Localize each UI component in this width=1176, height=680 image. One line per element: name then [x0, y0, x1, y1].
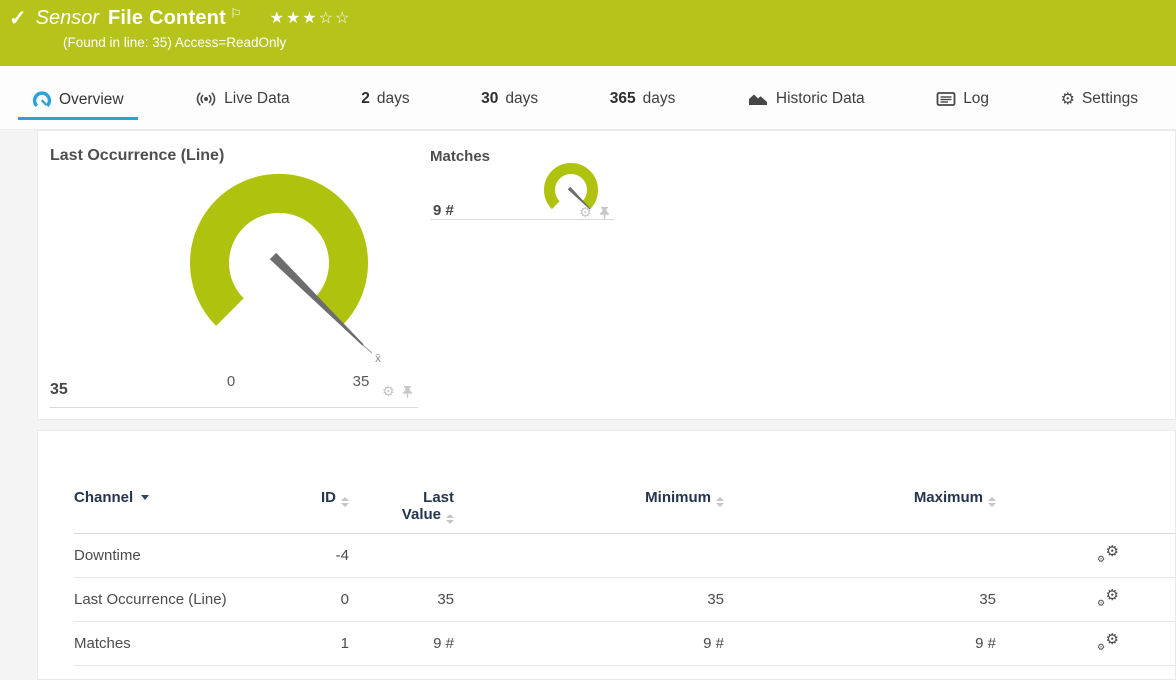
table-row-last-occurrence: Last Occurrence (Line) 0 35 35 35 ⚙ ⚙ — [74, 577, 1176, 622]
column-header-actions — [996, 431, 1176, 534]
tab-30-days[interactable]: 30 days — [467, 90, 552, 118]
priority-stars[interactable]: ★★★☆☆ — [270, 9, 352, 29]
primary-gauge: x̄ — [190, 173, 381, 365]
channel-last-value — [354, 533, 454, 578]
divider — [50, 407, 418, 408]
tab-number: 365 — [609, 90, 636, 107]
gear-icon: ⚙ — [1097, 643, 1106, 653]
tab-bar: Overview Live Data 2 days 30 days 365 da… — [0, 66, 1176, 130]
gear-icon: ⚙ — [1105, 542, 1119, 560]
gauge-value: 9 # — [433, 202, 454, 219]
tab-historic-data[interactable]: Historic Data — [733, 90, 879, 118]
tab-label: days — [505, 90, 539, 107]
tab-label: Historic Data — [775, 90, 865, 107]
tab-label: days — [642, 90, 676, 107]
channels-card: Channel ID Last Value Minimum Maximum Do… — [37, 430, 1176, 680]
sort-arrows-icon — [988, 497, 996, 507]
tab-overview[interactable]: Overview — [18, 90, 138, 120]
tab-label: days — [376, 90, 410, 107]
table-header-row: Channel ID Last Value Minimum Maximum — [74, 431, 1176, 534]
panel-controls: ⚙ — [382, 385, 414, 399]
sensor-status-message: (Found in line: 35) Access=ReadOnly — [63, 35, 287, 50]
channel-actions: ⚙ ⚙ — [996, 621, 1176, 666]
table-row-downtime: Downtime -4 ⚙ ⚙ — [74, 533, 1176, 578]
gear-icon: ⚙ — [1060, 89, 1075, 108]
gear-icon: ⚙ — [1097, 555, 1106, 565]
channel-maximum — [724, 533, 996, 578]
sort-arrows-icon — [341, 497, 349, 507]
gear-icon: ⚙ — [1105, 586, 1119, 604]
column-header-minimum[interactable]: Minimum — [454, 431, 724, 534]
channel-id: 1 — [314, 621, 354, 666]
column-label: Maximum — [913, 489, 983, 506]
average-marker: x̄ — [375, 351, 381, 365]
tab-label: Settings — [1081, 90, 1138, 107]
channel-id: -4 — [314, 533, 354, 578]
status-up-check-icon: ✓ — [9, 6, 27, 30]
gauge-scale-max: 35 — [352, 373, 370, 390]
panel-controls: ⚙ — [579, 206, 611, 220]
gauge-title-matches: Matches — [430, 148, 491, 165]
gear-icon[interactable]: ⚙ — [382, 385, 395, 399]
sensor-header: ✓ Sensor File Content ⚐ ★★★☆☆ (Found in … — [0, 0, 1176, 66]
channel-name: Downtime — [74, 533, 314, 578]
channel-last-value: 9 # — [354, 621, 454, 666]
gauge-scale-min: 0 — [226, 373, 236, 390]
pin-icon[interactable] — [598, 206, 611, 220]
channel-actions: ⚙ ⚙ — [996, 577, 1176, 622]
pin-icon[interactable] — [401, 385, 414, 399]
object-kind-label: Sensor — [35, 7, 99, 29]
tab-number: 2 — [361, 90, 370, 107]
channel-id: 0 — [314, 577, 354, 622]
channel-maximum: 9 # — [724, 621, 996, 666]
column-label: Minimum — [645, 489, 711, 506]
gear-icon: ⚙ — [1105, 630, 1119, 648]
table-row-matches: Matches 1 9 # 9 # 9 # ⚙ ⚙ — [74, 621, 1176, 666]
column-header-id[interactable]: ID — [314, 431, 354, 534]
column-header-maximum[interactable]: Maximum — [724, 431, 996, 534]
channel-actions: ⚙ ⚙ — [996, 533, 1176, 578]
tab-2-days[interactable]: 2 days — [347, 90, 423, 118]
tab-365-days[interactable]: 365 days — [596, 90, 690, 118]
divider — [430, 219, 614, 220]
channel-name: Matches — [74, 621, 314, 666]
page-title: File Content — [107, 7, 226, 29]
channels-table: Channel ID Last Value Minimum Maximum Do… — [74, 431, 1176, 666]
channel-settings-icon[interactable]: ⚙ ⚙ — [1097, 630, 1119, 653]
gauge-icon — [32, 91, 52, 108]
channel-minimum: 35 — [454, 577, 724, 622]
sort-arrows-icon — [446, 514, 454, 524]
tab-live-data[interactable]: Live Data — [181, 90, 303, 118]
tab-settings[interactable]: ⚙ Settings — [1047, 90, 1152, 118]
gear-icon: ⚙ — [1097, 599, 1106, 609]
channel-minimum — [454, 533, 724, 578]
tab-label: Log — [963, 90, 990, 107]
priority-flag-icon[interactable]: ⚐ — [230, 7, 242, 21]
log-icon — [936, 92, 956, 106]
sort-arrows-icon — [716, 497, 724, 507]
caret-down-icon — [141, 495, 150, 500]
gear-icon[interactable]: ⚙ — [579, 206, 592, 220]
channel-name: Last Occurrence (Line) — [74, 577, 314, 622]
column-header-channel[interactable]: Channel — [74, 431, 314, 534]
tab-label: Overview — [59, 91, 124, 108]
gauges-card: Last Occurrence (Line) x̄ 0 35 35 ⚙ Matc… — [37, 130, 1176, 420]
channel-maximum: 35 — [724, 577, 996, 622]
column-label: Last — [423, 489, 454, 506]
tab-number: 30 — [481, 90, 499, 107]
channel-settings-icon[interactable]: ⚙ ⚙ — [1097, 586, 1119, 609]
tab-label: Live Data — [224, 90, 290, 107]
column-label: ID — [321, 489, 336, 506]
channel-last-value: 35 — [354, 577, 454, 622]
channel-settings-icon[interactable]: ⚙ ⚙ — [1097, 542, 1119, 565]
broadcast-icon — [196, 92, 216, 106]
area-chart-icon — [748, 94, 767, 105]
channel-minimum: 9 # — [454, 621, 724, 666]
column-header-last-value[interactable]: Last Value — [354, 431, 454, 534]
tab-log[interactable]: Log — [922, 90, 1003, 118]
column-label: Channel — [74, 489, 134, 506]
column-label: Value — [401, 506, 441, 523]
gauge-value: 35 — [50, 381, 68, 398]
